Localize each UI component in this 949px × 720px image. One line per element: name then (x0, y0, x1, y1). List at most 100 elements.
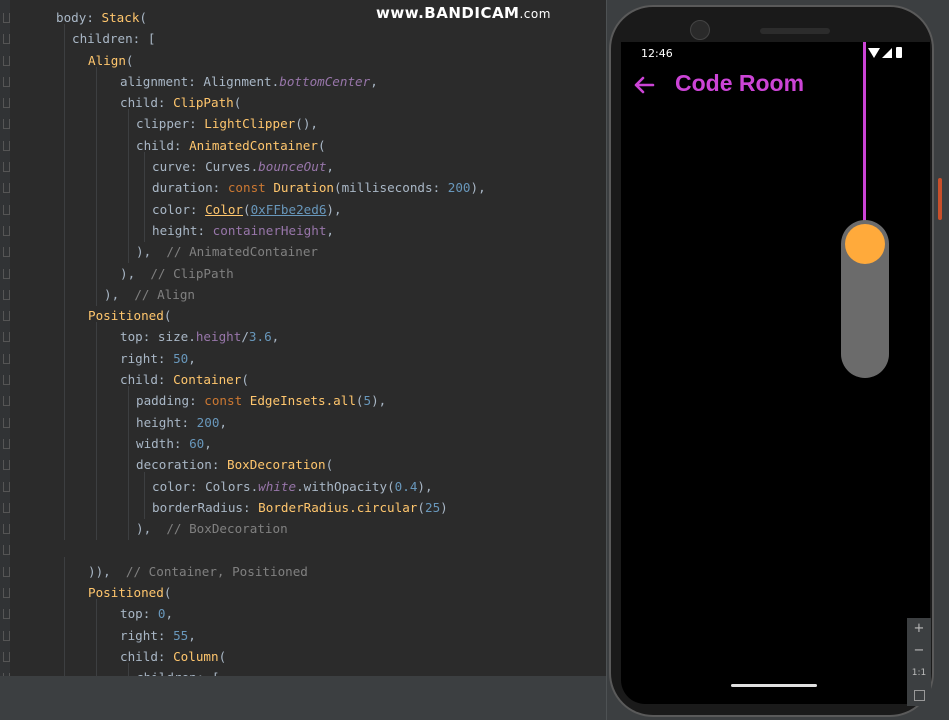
code-text: top: 0, (120, 603, 173, 624)
code-text: ), // ClipPath (120, 263, 234, 284)
code-token: child: (120, 648, 174, 664)
fold-marker[interactable] (3, 609, 10, 620)
code-token: ( (417, 499, 425, 515)
code-token: right: (120, 627, 174, 643)
fold-marker[interactable] (3, 502, 10, 513)
code-token: ), (326, 201, 342, 217)
code-text: ), // BoxDecoration (136, 518, 288, 539)
fold-marker[interactable] (3, 332, 10, 343)
fold-marker[interactable] (3, 311, 10, 322)
fold-marker[interactable] (3, 162, 10, 173)
app-title: Code Room (675, 70, 805, 96)
fold-marker[interactable] (3, 225, 10, 236)
code-text: duration: const Duration(milliseconds: 2… (152, 177, 486, 198)
fold-marker[interactable] (3, 34, 10, 45)
code-line: color: Color(0xFFbe2ed6), (0, 194, 606, 221)
code-token: ), (104, 286, 135, 302)
fold-marker[interactable] (3, 545, 10, 556)
fold-marker[interactable] (3, 183, 10, 194)
fold-marker[interactable] (3, 353, 10, 364)
code-line: alignment: Alignment.bottomCenter, (0, 66, 606, 93)
gesture-nav-handle[interactable] (731, 684, 817, 687)
indent-guide (96, 279, 97, 306)
code-token: ( (243, 201, 251, 217)
code-line: child: AnimatedContainer( (0, 130, 606, 157)
code-token: right: (120, 350, 174, 366)
code-token: Column (173, 648, 219, 664)
code-text: Align( (88, 50, 134, 71)
code-line: child: Column( (0, 641, 606, 668)
code-token: ( (163, 308, 172, 324)
indent-guide (128, 514, 129, 541)
fold-marker[interactable] (3, 76, 10, 87)
fold-marker[interactable] (3, 481, 10, 492)
code-token: ( (325, 457, 334, 473)
fold-marker[interactable] (3, 204, 10, 215)
code-line: borderRadius: BorderRadius.circular(25) (0, 492, 606, 519)
fold-marker[interactable] (3, 566, 10, 577)
code-token: // Container, Positioned (125, 563, 308, 579)
code-token: bounceOut (258, 159, 327, 175)
zoom-actual-size-button[interactable]: 1:1 (907, 662, 931, 684)
fold-marker[interactable] (3, 13, 10, 23)
code-token: borderRadius: (152, 499, 259, 515)
fold-marker[interactable] (3, 98, 10, 109)
code-line: ), // BoxDecoration (0, 514, 606, 541)
code-line: children: [ (0, 24, 606, 51)
code-token: height: (136, 414, 197, 430)
code-text: padding: const EdgeInsets.all(5), (136, 390, 386, 411)
zoom-in-button[interactable]: + (907, 618, 931, 640)
code-line (0, 539, 606, 560)
fold-marker[interactable] (3, 651, 10, 662)
fold-marker[interactable] (3, 630, 10, 641)
fold-marker[interactable] (3, 55, 10, 66)
code-token: 25 (424, 499, 441, 515)
fold-marker[interactable] (3, 268, 10, 279)
code-line: child: ClipPath( (0, 88, 606, 115)
code-token: / (241, 329, 249, 345)
fold-marker[interactable] (3, 417, 10, 428)
code-token: 200 (196, 414, 220, 430)
code-editor[interactable]: body: Stack(children: [Align(alignment: … (0, 0, 606, 720)
fold-marker[interactable] (3, 460, 10, 471)
code-token: ( (218, 648, 227, 664)
code-line: height: containerHeight, (0, 215, 606, 242)
code-token: Stack (101, 10, 140, 25)
code-token: (milliseconds: (334, 180, 448, 196)
code-token: height: (152, 222, 213, 238)
code-token: 0.4 (394, 478, 418, 494)
code-token: .withOpacity( (296, 478, 395, 494)
code-token: ) (440, 499, 448, 515)
fold-marker[interactable] (3, 588, 10, 599)
code-token: 60 (189, 435, 205, 451)
editor-horizontal-scrollbar[interactable] (0, 676, 606, 686)
fold-marker[interactable] (3, 119, 10, 130)
fold-marker[interactable] (3, 524, 10, 535)
code-token: child: (136, 137, 190, 153)
zoom-fit-button[interactable] (907, 684, 931, 706)
code-token: top: (120, 606, 158, 622)
fold-marker[interactable] (3, 289, 10, 300)
back-arrow-icon[interactable] (631, 72, 657, 98)
code-line: color: Colors.white.withOpacity(0.4), (0, 471, 606, 498)
code-token: Positioned (88, 585, 164, 601)
slider-knob[interactable] (845, 224, 885, 264)
code-token: padding: (136, 393, 205, 409)
indent-guide (144, 215, 145, 242)
fold-marker[interactable] (3, 438, 10, 449)
fold-marker[interactable] (3, 396, 10, 407)
code-token: 0 (157, 606, 166, 622)
fold-marker[interactable] (3, 140, 10, 151)
bandicam-watermark: www.BANDICAM.com (376, 4, 551, 22)
code-token: // AnimatedContainer (166, 244, 318, 260)
code-token: 55 (173, 627, 189, 643)
fold-marker[interactable] (3, 247, 10, 258)
code-token: ClipPath (173, 95, 234, 111)
fold-marker[interactable] (3, 375, 10, 386)
zoom-out-button[interactable]: − (907, 640, 931, 662)
code-text: width: 60, (136, 433, 212, 454)
phone-side-button[interactable] (938, 178, 942, 220)
code-token: ( (355, 393, 364, 409)
phone-screen[interactable]: 12:46 Code Room (621, 42, 930, 704)
code-token: color: (152, 201, 206, 217)
